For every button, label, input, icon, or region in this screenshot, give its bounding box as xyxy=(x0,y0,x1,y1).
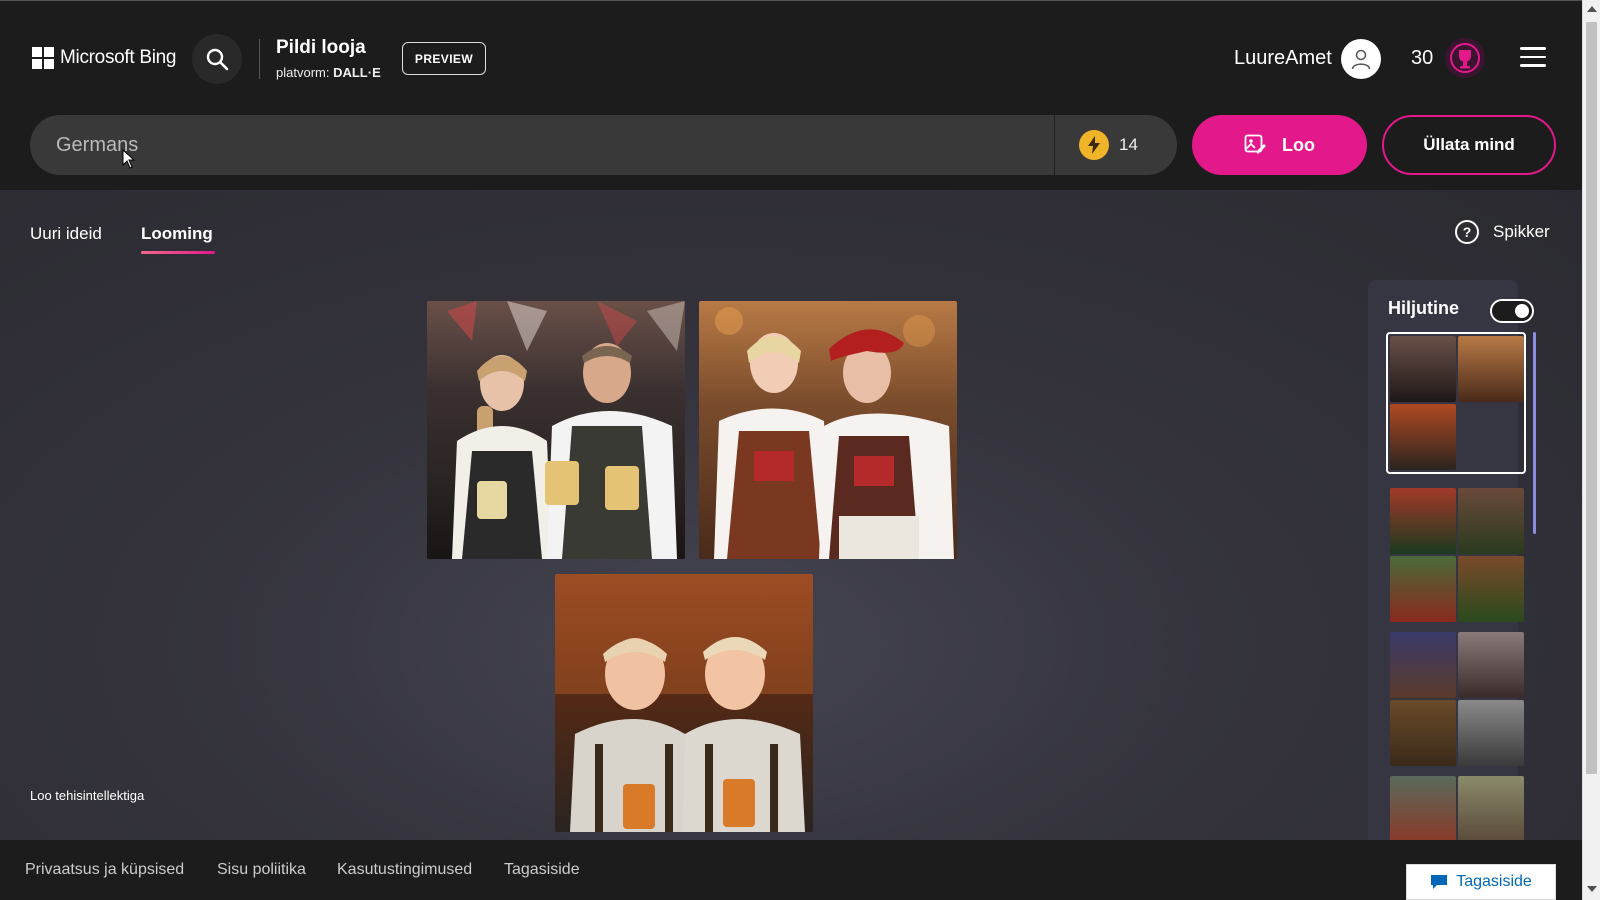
page-title: Pildi looja xyxy=(276,37,366,58)
search-button[interactable] xyxy=(192,34,242,84)
create-label: Loo xyxy=(1282,134,1315,155)
generated-image-2-art xyxy=(714,307,954,559)
generated-image-3[interactable] xyxy=(555,574,813,832)
generated-image-3-art xyxy=(555,574,813,832)
page-scrollbar[interactable] xyxy=(1582,0,1600,900)
menu-button[interactable] xyxy=(1520,47,1546,67)
surprise-me-button[interactable]: Üllata mind xyxy=(1382,115,1556,175)
create-button[interactable]: Loo xyxy=(1192,115,1367,175)
feedback-button[interactable]: Tagasiside xyxy=(1406,864,1556,900)
help-label: Spikker xyxy=(1493,222,1550,241)
rewards-points[interactable]: 30 xyxy=(1411,47,1433,70)
scrollbar-thumb[interactable] xyxy=(1586,22,1597,774)
tab-explore-ideas[interactable]: Uuri ideid xyxy=(30,224,102,244)
prompt-box: 14 xyxy=(30,115,1177,175)
rewards-button[interactable] xyxy=(1445,38,1485,78)
recent-thumb xyxy=(1390,556,1456,622)
recent-thumb xyxy=(1390,336,1456,402)
user-icon xyxy=(1351,49,1371,70)
bing-logo[interactable]: Microsoft Bing xyxy=(32,47,176,69)
windows-logo-icon xyxy=(32,47,54,69)
recent-set-2[interactable] xyxy=(1388,486,1524,624)
recent-title: Hiljutine xyxy=(1388,298,1459,318)
help-link[interactable]: ? Spikker xyxy=(1455,220,1550,244)
product-title-block: Pildi looja platvorm: DALL·E xyxy=(276,37,381,80)
generated-image-1[interactable] xyxy=(427,301,685,559)
platform-label: platvorm: DALL·E xyxy=(276,65,381,80)
recent-thumb xyxy=(1458,700,1524,766)
create-with-ai-caption: Loo tehisintellektiga xyxy=(30,788,145,803)
scroll-down-icon[interactable] xyxy=(1587,886,1597,892)
brand-name: Microsoft Bing xyxy=(60,47,177,68)
search-icon xyxy=(206,48,229,71)
recent-thumb xyxy=(1458,336,1524,402)
header: Microsoft Bing Pildi looja platvorm: DAL… xyxy=(0,0,1582,190)
username[interactable]: LuureAmet xyxy=(1234,47,1332,70)
trophy-icon xyxy=(1450,43,1480,73)
generated-image-2[interactable] xyxy=(699,301,957,559)
boost-counter[interactable]: 14 xyxy=(1054,115,1177,175)
recent-set-3[interactable] xyxy=(1388,630,1524,768)
chat-icon xyxy=(1431,875,1448,889)
recent-toggle[interactable] xyxy=(1490,299,1534,323)
platform-name: DALL·E xyxy=(333,65,381,80)
footer-link-terms[interactable]: Kasutustingimused xyxy=(337,861,472,879)
question-icon: ? xyxy=(1455,220,1479,244)
preview-button[interactable]: PREVIEW xyxy=(402,42,486,75)
boost-count: 14 xyxy=(1119,135,1138,154)
lightning-icon xyxy=(1079,130,1109,160)
recent-panel: Hiljutine xyxy=(1368,280,1534,842)
recent-thumb xyxy=(1390,404,1456,470)
recent-thumb xyxy=(1390,700,1456,766)
recent-thumb xyxy=(1458,488,1524,554)
avatar[interactable] xyxy=(1341,39,1381,79)
recent-thumb xyxy=(1390,488,1456,554)
scroll-up-icon[interactable] xyxy=(1587,6,1597,12)
header-divider xyxy=(259,39,260,79)
generated-image-1-art xyxy=(447,301,685,559)
footer-link-privacy[interactable]: Privaatsus ja küpsised xyxy=(25,861,184,879)
prompt-input[interactable] xyxy=(30,115,1054,175)
recent-thumb xyxy=(1458,556,1524,622)
recent-thumb xyxy=(1458,776,1524,842)
recent-thumb-empty xyxy=(1458,404,1524,470)
feedback-label: Tagasiside xyxy=(1456,873,1532,890)
footer: Privaatsus ja küpsised Sisu poliitika Ka… xyxy=(0,840,1582,900)
mouse-cursor-icon xyxy=(122,149,136,169)
recent-thumb xyxy=(1458,632,1524,698)
active-tab-indicator xyxy=(141,251,215,254)
recent-thumb xyxy=(1390,776,1456,842)
recent-scroll-indicator[interactable] xyxy=(1533,332,1536,534)
recent-thumb xyxy=(1390,632,1456,698)
tab-creations[interactable]: Looming xyxy=(141,224,213,244)
footer-link-content-policy[interactable]: Sisu poliitika xyxy=(217,861,306,879)
recent-set-1[interactable] xyxy=(1386,332,1526,474)
image-create-icon xyxy=(1244,134,1266,154)
footer-link-feedback[interactable]: Tagasiside xyxy=(504,861,580,879)
hamburger-icon xyxy=(1520,47,1546,50)
main-content: Uuri ideid Looming ? Spikker Loo tehisin… xyxy=(0,190,1582,840)
